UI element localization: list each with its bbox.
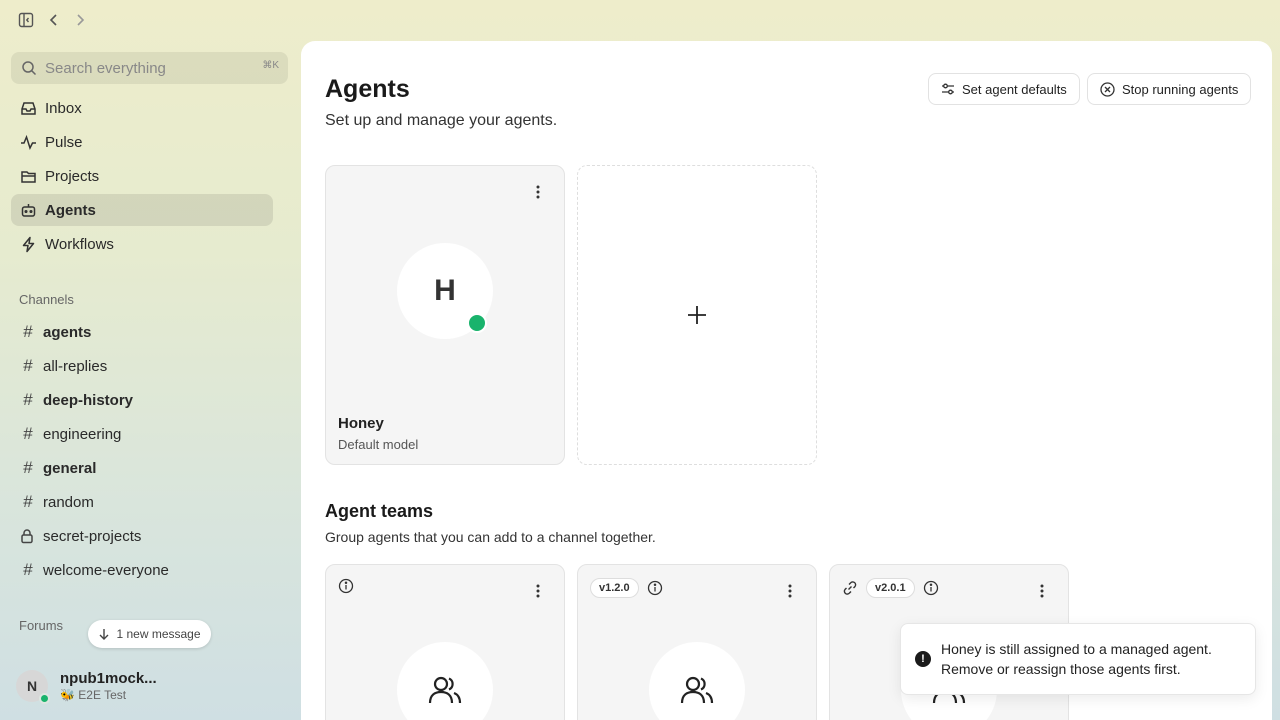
agent-initial: H — [434, 274, 456, 307]
forums-heading: Forums — [19, 618, 64, 633]
search-icon — [21, 60, 37, 76]
error-toast[interactable]: ! Honey is still assigned to a managed a… — [900, 623, 1256, 695]
team-avatar — [397, 642, 493, 720]
user-name: npub1mock... — [60, 670, 157, 687]
channels-heading: Channels — [19, 292, 74, 307]
channel-welcome-everyone[interactable]: # welcome-everyone — [11, 555, 273, 585]
channel-name: agents — [43, 323, 92, 341]
channel-name: secret-projects — [43, 527, 142, 545]
avatar-initial: N — [26, 678, 38, 694]
info-icon[interactable] — [647, 580, 663, 596]
hash-icon: # — [23, 560, 33, 579]
hash-icon: # — [23, 390, 33, 409]
version-badge: v1.2.0 — [590, 578, 639, 598]
button-label: Set agent defaults — [962, 81, 1067, 97]
version-badge: v2.0.1 — [866, 578, 915, 598]
nav-projects[interactable]: Projects — [11, 160, 273, 192]
team-avatar — [649, 642, 745, 720]
bolt-icon — [19, 235, 37, 253]
set-agent-defaults-button[interactable]: Set agent defaults — [928, 73, 1080, 105]
inbox-icon — [19, 99, 37, 117]
more-options-icon[interactable] — [780, 581, 800, 601]
nav-label: Agents — [45, 201, 96, 219]
hash-icon: # — [23, 424, 33, 443]
online-status-dot — [39, 693, 50, 704]
new-message-label: 1 new message — [116, 627, 201, 641]
plus-icon — [686, 304, 708, 326]
channel-deep-history[interactable]: # deep-history — [11, 385, 273, 415]
link-icon[interactable] — [842, 580, 858, 596]
main-panel: Agents Set up and manage your agents. Se… — [301, 41, 1272, 720]
channel-general[interactable]: # general — [11, 453, 273, 483]
new-message-pill[interactable]: 1 new message — [88, 620, 211, 648]
toast-line-2: Remove or reassign those agents first. — [941, 661, 1181, 677]
page-title: Agents — [325, 75, 410, 103]
agent-name: Honey — [338, 415, 384, 432]
channel-random[interactable]: # random — [11, 487, 273, 517]
nav-pulse[interactable]: Pulse — [11, 126, 273, 158]
channel-all-replies[interactable]: # all-replies — [11, 351, 273, 381]
channel-name: general — [43, 459, 97, 477]
more-options-icon[interactable] — [1032, 581, 1052, 601]
hash-icon: # — [23, 356, 33, 375]
agent-teams-subtitle: Group agents that you can add to a chann… — [325, 529, 656, 545]
team-card[interactable] — [325, 564, 565, 720]
channel-name: random — [43, 493, 94, 511]
search-input[interactable] — [45, 59, 245, 77]
channel-name: all-replies — [43, 357, 108, 375]
online-status-dot — [467, 313, 487, 333]
nav-label: Workflows — [45, 235, 114, 253]
nav-workflows[interactable]: Workflows — [11, 228, 273, 260]
stop-circle-icon — [1100, 81, 1115, 97]
nav-label: Projects — [45, 167, 100, 185]
more-options-icon[interactable] — [528, 581, 548, 601]
nav-agents[interactable]: Agents — [11, 194, 273, 226]
nav-label: Pulse — [45, 133, 83, 151]
back-icon[interactable] — [44, 10, 64, 30]
arrow-down-icon — [98, 628, 110, 640]
users-icon — [679, 672, 715, 708]
bot-icon — [19, 201, 37, 219]
search-shortcut: ⌘K — [262, 60, 279, 71]
team-card[interactable]: v1.2.0 — [577, 564, 817, 720]
users-icon — [427, 672, 463, 708]
search-bar[interactable]: ⌘K — [11, 52, 288, 84]
forward-icon[interactable] — [70, 10, 90, 30]
user-org: 🐝 E2E Test — [60, 688, 127, 702]
hash-icon: # — [23, 492, 33, 511]
channel-agents[interactable]: # agents — [11, 317, 273, 347]
agent-avatar: H — [397, 243, 493, 339]
lock-icon — [19, 528, 37, 544]
avatar: N — [16, 670, 50, 704]
channel-name: welcome-everyone — [43, 561, 169, 579]
agent-card[interactable]: H Honey Default model — [325, 165, 565, 465]
more-options-icon[interactable] — [528, 182, 548, 202]
channel-name: engineering — [43, 425, 122, 443]
hash-icon: # — [23, 322, 33, 341]
nav-label: Inbox — [45, 99, 82, 117]
channel-secret-projects[interactable]: secret-projects — [11, 521, 273, 551]
info-icon[interactable] — [923, 580, 939, 596]
user-profile[interactable]: N npub1mock... 🐝 E2E Test — [16, 668, 286, 704]
sidebar-toggle-icon[interactable] — [16, 10, 36, 30]
channel-engineering[interactable]: # engineering — [11, 419, 273, 449]
channel-name: deep-history — [43, 391, 134, 409]
stop-running-agents-button[interactable]: Stop running agents — [1087, 73, 1252, 105]
folder-icon — [19, 167, 37, 185]
info-icon[interactable] — [338, 578, 354, 594]
toast-line-1: Honey is still assigned to a managed age… — [941, 641, 1212, 657]
pulse-icon — [19, 133, 37, 151]
add-agent-card[interactable] — [577, 165, 817, 465]
nav-inbox[interactable]: Inbox — [11, 92, 273, 124]
agent-model: Default model — [338, 437, 419, 452]
agent-teams-title: Agent teams — [325, 501, 434, 521]
sliders-icon — [941, 82, 955, 96]
button-label: Stop running agents — [1122, 81, 1239, 97]
hash-icon: # — [23, 458, 33, 477]
page-subtitle: Set up and manage your agents. — [325, 112, 558, 129]
alert-icon: ! — [915, 651, 931, 667]
